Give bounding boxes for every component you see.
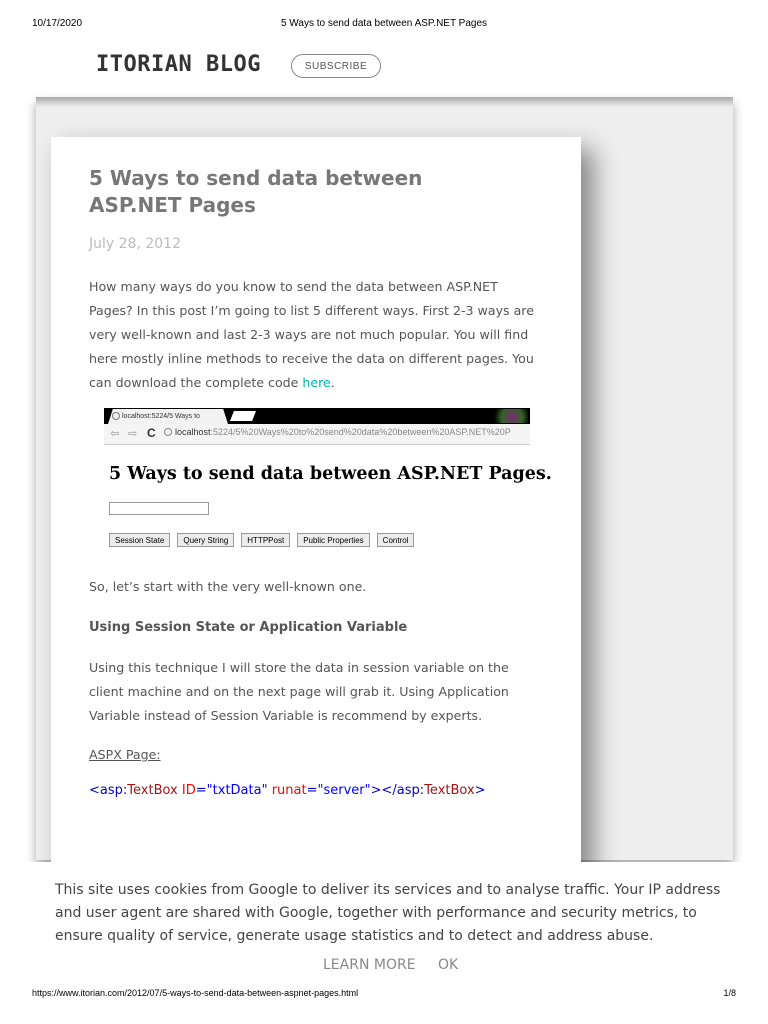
browser-theme-decoration xyxy=(488,409,528,423)
cookie-notice-text: This site uses cookies from Google to de… xyxy=(55,882,721,944)
section-heading: Using Session State or Application Varia… xyxy=(89,620,408,635)
screenshot-query-string-button: Query String xyxy=(177,533,235,547)
ok-button[interactable]: OK xyxy=(438,957,458,973)
code-snippet: <asp:TextBox ID="txtData" runat="server"… xyxy=(89,783,544,798)
code-token: "server" xyxy=(317,783,371,798)
blog-brand-link[interactable]: ITORIAN BLOG xyxy=(96,52,261,77)
code-token: > xyxy=(474,783,486,798)
cookie-banner: This site uses cookies from Google to de… xyxy=(0,862,768,992)
browser-toolbar: ⇦ ⇨ C localhost:5224/5%20Ways%20to%20sen… xyxy=(104,424,530,445)
new-tab-shape xyxy=(230,411,256,421)
code-token: < xyxy=(89,783,100,798)
print-title: 5 Ways to send data between ASP.NET Page… xyxy=(280,18,488,29)
url-path: :5224/5%20Ways%20to%20send%20data%20betw… xyxy=(210,427,511,437)
screenshot-button-row: Session State Query String HTTPPost Publ… xyxy=(109,533,415,547)
screenshot-textbox xyxy=(109,502,209,515)
post-intro-text: How many ways do you know to send the da… xyxy=(89,279,534,390)
code-token: asp xyxy=(99,783,123,798)
url-host: localhost xyxy=(175,427,211,437)
learn-more-button[interactable]: LEARN MORE xyxy=(323,957,416,973)
screenshot-control-button: Control xyxy=(376,533,415,547)
back-arrow-icon: ⇦ xyxy=(110,428,120,440)
browser-tab-bar: localhost:5224/5 Ways to xyxy=(104,408,530,424)
page-number: 1/8 xyxy=(723,988,736,998)
subscribe-button[interactable]: SUBSCRIBE xyxy=(291,54,381,78)
code-token: ></ xyxy=(370,783,397,798)
browser-url-bar: localhost:5224/5%20Ways%20to%20send%20da… xyxy=(164,427,530,441)
code-token: TextBox xyxy=(424,783,475,798)
download-code-link[interactable]: here xyxy=(302,375,330,390)
code-token: ID xyxy=(181,783,196,798)
cookie-actions: LEARN MORE OK xyxy=(323,957,458,973)
post-date[interactable]: July 28, 2012 xyxy=(89,236,544,252)
code-token: asp xyxy=(396,783,420,798)
page-icon xyxy=(112,412,120,420)
screenshot-public-properties-button: Public Properties xyxy=(297,533,370,547)
browser-tab-title: localhost:5224/5 Ways to xyxy=(122,413,200,420)
screenshot-session-state-button: Session State xyxy=(109,533,171,547)
screenshot-heading: 5 Ways to send data between ASP.NET Page… xyxy=(109,464,552,484)
code-token: = xyxy=(195,783,207,798)
post-content: 5 Ways to send data between ASP.NET Page… xyxy=(89,165,552,798)
code-token: TextBox xyxy=(127,783,178,798)
post-card: 5 Ways to send data between ASP.NET Page… xyxy=(51,137,581,877)
forward-arrow-icon: ⇨ xyxy=(128,428,138,440)
post-title[interactable]: 5 Ways to send data between ASP.NET Page… xyxy=(89,165,459,219)
page-icon xyxy=(164,428,172,436)
browser-tab: localhost:5224/5 Ways to xyxy=(108,409,228,424)
post-screenshot-image: localhost:5224/5 Ways to ⇦ ⇨ C localhost… xyxy=(104,408,552,556)
post-paragraph: Using this technique I will store the da… xyxy=(89,660,509,723)
screenshot-httppost-button: HTTPPost xyxy=(241,533,291,547)
header-shadow-divider xyxy=(36,97,733,107)
post-lead: So, let’s start with the very well-known… xyxy=(89,579,367,594)
print-header: 10/17/2020 5 Ways to send data between A… xyxy=(32,18,736,32)
post-intro: How many ways do you know to send the da… xyxy=(89,275,544,395)
reload-icon: C xyxy=(147,426,156,440)
code-token: = xyxy=(306,783,318,798)
code-token: "txtData" xyxy=(206,783,268,798)
post-intro-end: . xyxy=(330,375,335,390)
print-url: https://www.itorian.com/2012/07/5-ways-t… xyxy=(32,988,359,998)
code-token: runat xyxy=(271,783,307,798)
aspx-page-label: ASPX Page: xyxy=(89,747,161,762)
print-footer: https://www.itorian.com/2012/07/5-ways-t… xyxy=(32,988,736,1002)
